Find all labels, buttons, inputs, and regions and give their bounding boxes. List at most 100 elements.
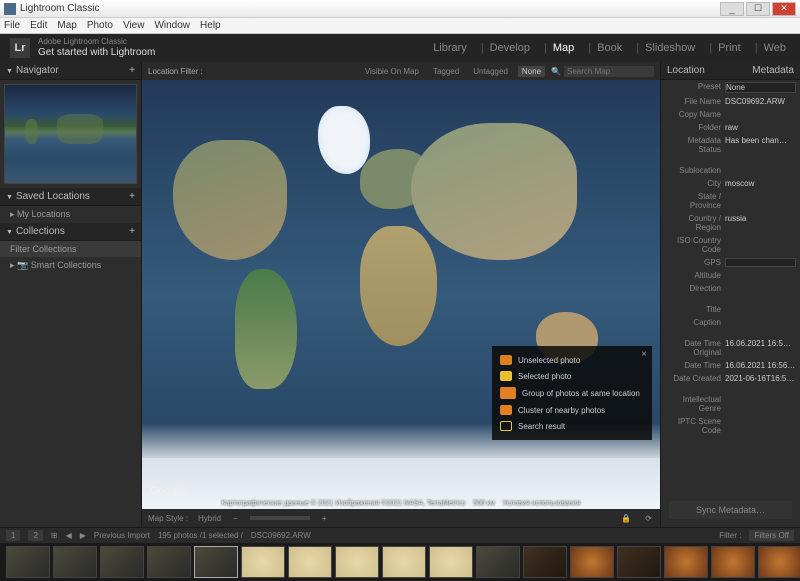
thumb-11[interactable] [476, 546, 520, 578]
grid-icon[interactable]: ⊞ [51, 531, 58, 540]
search-input[interactable] [564, 66, 654, 77]
navigator-map[interactable] [4, 84, 137, 184]
module-web[interactable]: Web [751, 38, 790, 58]
module-map[interactable]: Map [540, 38, 578, 58]
copyname-field[interactable] [725, 110, 796, 119]
thumb-7[interactable] [288, 546, 332, 578]
menu-file[interactable]: File [4, 20, 20, 31]
thumb-3[interactable] [100, 546, 144, 578]
left-panel: ▼Navigator+ ▼Saved Locations+ ▸ My Locat… [0, 62, 142, 527]
search-icon: 🔍 [551, 67, 561, 76]
preset-select[interactable]: None [725, 82, 796, 93]
minimize-button[interactable]: _ [720, 2, 744, 16]
menu-help[interactable]: Help [200, 20, 221, 31]
module-book[interactable]: Book [584, 38, 626, 58]
page-1-button[interactable]: 1 [6, 530, 20, 541]
filter-label: Filter : [719, 531, 741, 540]
module-picker: Library Develop Map Book Slideshow Print… [429, 38, 790, 58]
thumb-4[interactable] [147, 546, 191, 578]
location-filter-bar: Location Filter : Visible On Map Tagged … [142, 62, 660, 80]
thumb-8[interactable] [335, 546, 379, 578]
map-style-value[interactable]: Hybrid [198, 514, 221, 523]
maximize-button[interactable]: ☐ [746, 2, 770, 16]
filter-none[interactable]: None [518, 66, 545, 77]
metadata-header[interactable]: LocationMetadata [661, 62, 800, 80]
module-print[interactable]: Print [705, 38, 744, 58]
tracklog-icon[interactable]: ⟳ [643, 514, 654, 523]
page-2-button[interactable]: 2 [28, 530, 42, 541]
thumb-1[interactable] [6, 546, 50, 578]
filename-value: DSC09692.ARW [725, 97, 796, 106]
module-develop[interactable]: Develop [477, 38, 534, 58]
menu-map[interactable]: Map [57, 20, 76, 31]
center-panel: Location Filter : Visible On Map Tagged … [142, 62, 660, 527]
module-library[interactable]: Library [429, 38, 471, 58]
marker-search-icon [500, 421, 512, 431]
map-legend: × Unselected photo Selected photo Group … [492, 346, 652, 440]
selected-file: DSC09692.ARW [251, 531, 311, 540]
menu-window[interactable]: Window [154, 20, 190, 31]
previous-import-label[interactable]: Previous Import [94, 531, 150, 540]
ig-field[interactable] [725, 395, 796, 413]
iptc-field[interactable] [725, 417, 796, 435]
lock-icon[interactable]: 🔒 [619, 514, 633, 523]
google-logo: Google [150, 485, 185, 497]
menu-view[interactable]: View [123, 20, 145, 31]
thumb-5[interactable] [194, 546, 238, 578]
photo-count: 195 photos /1 selected / [158, 531, 243, 540]
filter-visible[interactable]: Visible On Map [361, 66, 423, 77]
zoom-slider[interactable] [250, 516, 310, 520]
thumb-2[interactable] [53, 546, 97, 578]
thumb-10[interactable] [429, 546, 473, 578]
thumb-6[interactable] [241, 546, 285, 578]
menu-edit[interactable]: Edit [30, 20, 47, 31]
zoom-out-icon[interactable]: − [231, 514, 240, 523]
collections-header[interactable]: ▼Collections+ [0, 223, 141, 241]
thumb-16[interactable] [711, 546, 755, 578]
map-view[interactable]: × Unselected photo Selected photo Group … [142, 80, 660, 509]
folder-value: raw [725, 123, 796, 132]
marker-group-icon [500, 387, 516, 399]
thumb-17[interactable] [758, 546, 800, 578]
navigator-header[interactable]: ▼Navigator+ [0, 62, 141, 80]
my-locations-item[interactable]: ▸ My Locations [0, 206, 141, 223]
country-field[interactable]: russia [725, 214, 796, 232]
direction-field[interactable] [725, 284, 796, 293]
thumb-13[interactable] [570, 546, 614, 578]
zoom-in-icon[interactable]: + [320, 514, 329, 523]
menubar: File Edit Map Photo View Window Help [0, 18, 800, 34]
smart-collections-item[interactable]: ▸ 📷 Smart Collections [0, 257, 141, 274]
filters-off-button[interactable]: Filters Off [749, 530, 794, 541]
close-button[interactable]: ✕ [772, 2, 796, 16]
thumb-9[interactable] [382, 546, 426, 578]
sync-metadata-button[interactable]: Sync Metadata… [669, 501, 792, 519]
marker-selected-icon [500, 371, 512, 381]
thumb-14[interactable] [617, 546, 661, 578]
thumb-12[interactable] [523, 546, 567, 578]
state-field[interactable] [725, 192, 796, 210]
iso-field[interactable] [725, 236, 796, 254]
city-field[interactable]: moscow [725, 179, 796, 188]
saved-locations-header[interactable]: ▼Saved Locations+ [0, 188, 141, 206]
bottom-toolbar: 1 2 ⊞ ◀ ▶ Previous Import 195 photos /1 … [0, 527, 800, 543]
map-style-label: Map Style : [148, 514, 188, 523]
thumb-15[interactable] [664, 546, 708, 578]
window-titlebar: Lightroom Classic _ ☐ ✕ [0, 0, 800, 18]
marker-cluster-icon [500, 405, 512, 415]
caption-field[interactable] [725, 318, 796, 327]
sublocation-field[interactable] [725, 166, 796, 175]
altitude-field[interactable] [725, 271, 796, 280]
module-slideshow[interactable]: Slideshow [632, 38, 699, 58]
filter-tagged[interactable]: Tagged [429, 66, 463, 77]
filter-collections-item[interactable]: Filter Collections [0, 241, 141, 257]
filter-untagged[interactable]: Untagged [469, 66, 512, 77]
right-panel: LocationMetadata PresetNone File NameDSC… [660, 62, 800, 527]
nav-prev-icon[interactable]: ◀ [66, 531, 72, 540]
gps-field[interactable] [725, 258, 796, 267]
legend-close-icon[interactable]: × [641, 349, 647, 360]
dc-value: 2021-06-16T16:56:19+03:00 [725, 374, 796, 383]
menu-photo[interactable]: Photo [87, 20, 113, 31]
window-title: Lightroom Classic [20, 3, 720, 14]
title-field[interactable] [725, 305, 796, 314]
nav-next-icon[interactable]: ▶ [80, 531, 86, 540]
